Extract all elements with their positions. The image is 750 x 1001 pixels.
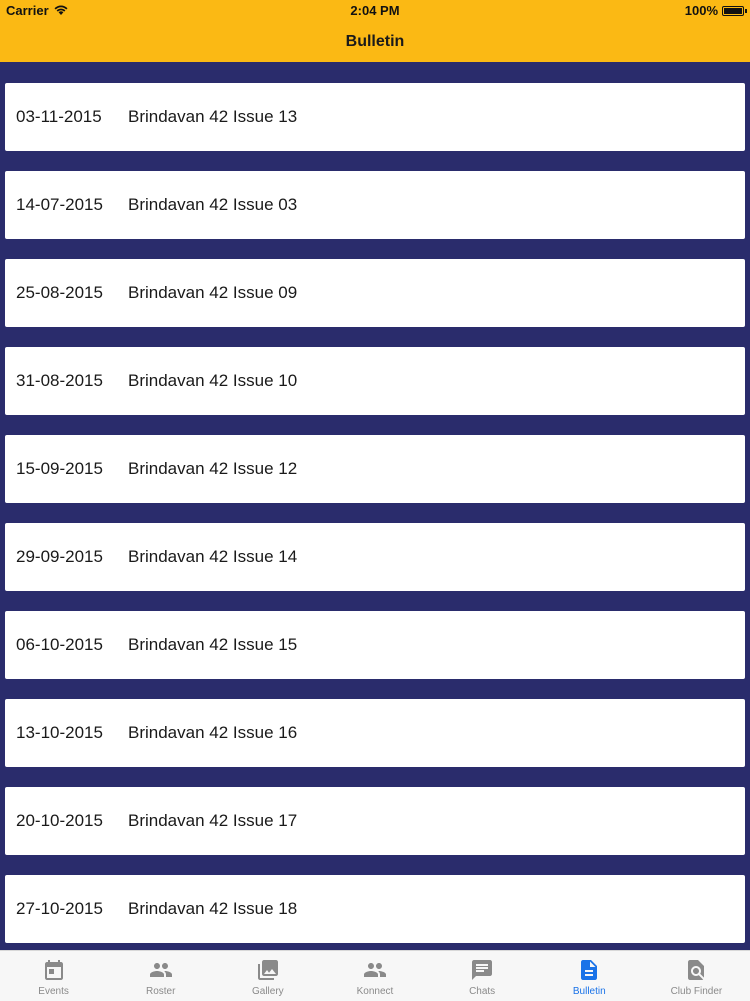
bulletin-date: 29-09-2015 — [16, 547, 103, 566]
bulletin-date: 13-10-2015 — [16, 723, 103, 742]
bulletin-title: Brindavan 42 Issue 14 — [128, 547, 298, 566]
bulletin-date: 06-10-2015 — [16, 635, 103, 654]
search-document-icon — [688, 960, 705, 980]
tab-club-finder[interactable]: Club Finder — [643, 951, 750, 1001]
people-icon — [149, 963, 172, 977]
bulletin-title: Brindavan 42 Issue 13 — [128, 107, 298, 126]
tab-gallery[interactable]: Gallery — [214, 951, 321, 1001]
bulletin-date: 27-10-2015 — [16, 899, 103, 918]
bulletin-row[interactable]: 14-07-2015 Brindavan 42 Issue 03 — [5, 171, 745, 239]
tab-label: Club Finder — [670, 986, 723, 997]
bulletin-title: Brindavan 42 Issue 03 — [128, 195, 298, 214]
bulletin-row[interactable]: 13-10-2015 Brindavan 42 Issue 16 — [5, 699, 745, 767]
bulletin-row[interactable]: 27-10-2015 Brindavan 42 Issue 18 — [5, 875, 745, 943]
document-icon — [581, 960, 598, 980]
gallery-icon — [257, 960, 278, 980]
tab-label: Gallery — [252, 986, 284, 997]
tab-events[interactable]: Events — [0, 951, 107, 1001]
status-bar: Carrier 2:04 PM 100% — [0, 0, 750, 22]
bulletin-title: Brindavan 42 Issue 09 — [128, 283, 298, 302]
tab-bulletin[interactable]: Bulletin — [536, 951, 643, 1001]
bulletin-row[interactable]: 03-11-2015 Brindavan 42 Issue 13 — [5, 83, 745, 151]
bulletin-row[interactable]: 20-10-2015 Brindavan 42 Issue 17 — [5, 787, 745, 855]
tab-bar: Events Roster Gallery Konnect Chats Bull… — [0, 950, 750, 1001]
battery-percent: 100% — [684, 3, 718, 18]
battery-icon — [722, 5, 747, 16]
tab-konnect[interactable]: Konnect — [321, 951, 428, 1001]
bulletin-title: Brindavan 42 Issue 16 — [128, 723, 298, 742]
bulletin-date: 14-07-2015 — [16, 195, 103, 214]
calendar-icon — [44, 960, 63, 980]
clock: 2:04 PM — [350, 3, 400, 18]
tab-label: Events — [38, 986, 69, 997]
bulletin-title: Brindavan 42 Issue 17 — [128, 811, 298, 830]
tab-label: Roster — [145, 986, 176, 997]
chat-icon — [472, 960, 493, 980]
bulletin-date: 25-08-2015 — [16, 283, 103, 302]
page-title: Bulletin — [345, 33, 405, 50]
bulletin-row[interactable]: 25-08-2015 Brindavan 42 Issue 09 — [5, 259, 745, 327]
bulletin-title: Brindavan 42 Issue 12 — [128, 459, 298, 478]
people-icon — [363, 963, 386, 977]
bulletin-row[interactable]: 31-08-2015 Brindavan 42 Issue 10 — [5, 347, 745, 415]
tab-label: Konnect — [356, 986, 394, 997]
bulletin-row[interactable]: 06-10-2015 Brindavan 42 Issue 15 — [5, 611, 745, 679]
bulletin-date: 03-11-2015 — [16, 107, 102, 126]
tab-chats[interactable]: Chats — [429, 951, 536, 1001]
bulletin-title: Brindavan 42 Issue 15 — [128, 635, 298, 654]
bulletin-title: Brindavan 42 Issue 10 — [128, 371, 298, 390]
bulletin-date: 15-09-2015 — [16, 459, 103, 478]
bulletin-date: 31-08-2015 — [16, 371, 103, 390]
bulletin-date: 20-10-2015 — [16, 811, 103, 830]
tab-label: Bulletin — [572, 986, 606, 997]
bulletin-title: Brindavan 42 Issue 18 — [128, 899, 298, 918]
bulletin-row[interactable]: 15-09-2015 Brindavan 42 Issue 12 — [5, 435, 745, 503]
bulletin-row[interactable]: 29-09-2015 Brindavan 42 Issue 14 — [5, 523, 745, 591]
tab-label: Chats — [469, 986, 496, 997]
tab-roster[interactable]: Roster — [107, 951, 214, 1001]
nav-bar: Bulletin — [0, 22, 750, 62]
